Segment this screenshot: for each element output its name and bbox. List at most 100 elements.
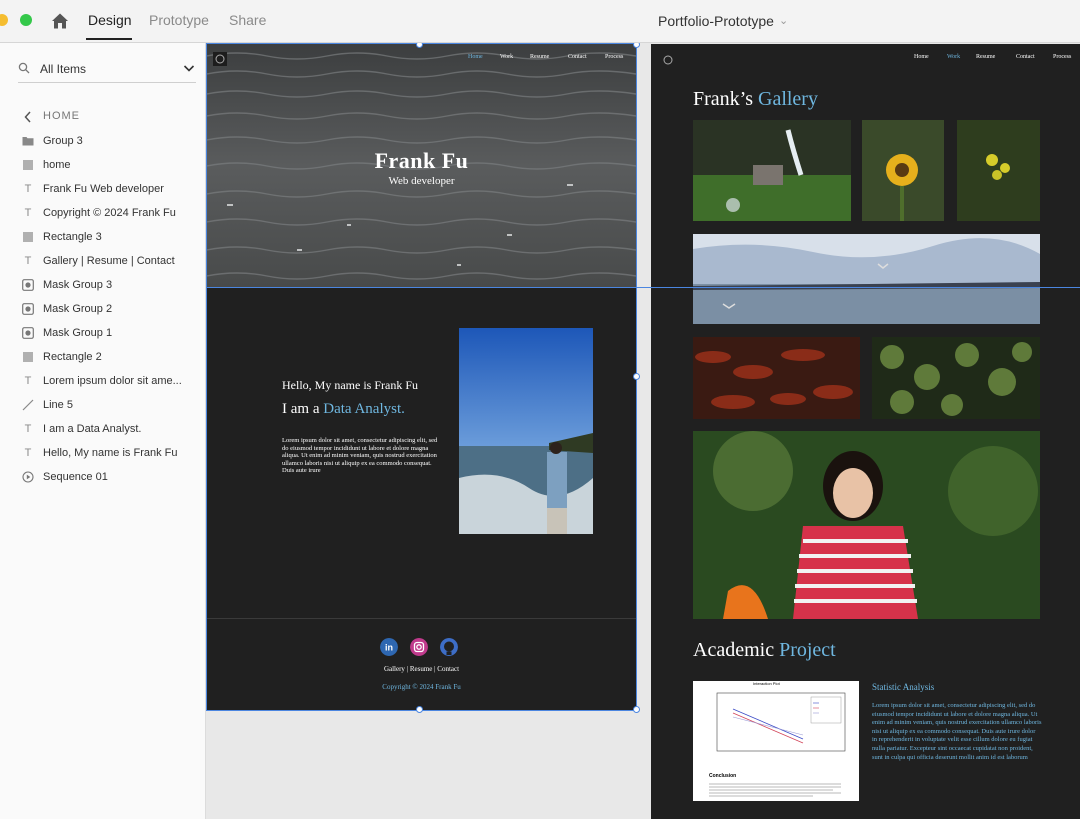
line-icon [22,399,34,411]
tab-prototype[interactable]: Prototype [149,12,209,28]
instagram-icon[interactable] [410,638,428,656]
chevron-down-icon[interactable] [182,61,196,75]
layers-panel: All Items HOME Group 3 home T Frank Fu W… [0,43,206,819]
search-icon [18,62,30,74]
github-icon[interactable] [440,638,458,656]
mask-icon [22,327,34,339]
hero-water-image[interactable]: Home Work Resume Contact Process Frank F… [207,44,636,288]
layer-label: Group 3 [43,135,83,147]
folder-icon [22,137,34,146]
resize-handle[interactable] [416,706,423,713]
top-toolbar: Design Prototype Share Portfolio-Prototy… [0,0,1080,43]
text-icon: T [24,207,32,219]
nav-process-link[interactable]: Process [1053,54,1071,60]
nav-work-link[interactable]: Work [500,54,513,60]
text-icon: T [24,375,32,387]
artboard-gallery[interactable]: Home Work Resume Contact Process Frank’s… [651,44,1080,819]
play-icon [22,471,34,483]
text-icon: T [24,183,32,195]
report-chart-title: Interaction Plot [753,681,780,686]
layer-label: Line 5 [43,399,73,411]
nav-resume-link[interactable]: Resume [976,54,995,60]
rectangle-icon [23,160,33,170]
mask-icon [22,279,34,291]
linkedin-icon[interactable]: in [380,638,398,656]
layer-label: Rectangle 3 [43,231,102,243]
layer-label: Copyright © 2024 Frank Fu [43,207,176,219]
gallery-title-highlight: Gallery [758,88,818,110]
report-thumbnail[interactable]: Interaction Plot Conclusion [693,681,859,801]
logo-icon[interactable] [662,54,674,66]
beach-portrait-image[interactable] [459,328,593,534]
zoom-window-button[interactable] [20,14,32,26]
role-prefix: I am a [282,401,324,417]
statistic-analysis-title: Statistic Analysis [872,682,935,692]
tab-share[interactable]: Share [229,12,266,28]
mask-icon [22,303,34,315]
intro-greeting: Hello, My name is Frank Fu [282,378,418,392]
fountain-photo[interactable] [693,120,851,221]
artboard-home[interactable]: Home Work Resume Contact Process Frank F… [206,43,637,711]
resize-handle[interactable] [633,43,640,48]
layer-label: Frank Fu Web developer [43,183,164,195]
nav-home-link[interactable]: Home [468,54,483,60]
girl-portrait-photo[interactable] [693,431,1040,619]
nav-resume-link[interactable]: Resume [530,54,549,60]
sunflower-photo[interactable] [862,120,944,221]
layer-label: Mask Group 1 [43,327,113,339]
footer-copyright: Copyright © 2024 Frank Fu [382,683,461,691]
role-highlight: Data Analyst. [323,401,405,417]
chevron-down-icon[interactable]: ⌄ [779,14,788,27]
nav-contact-link[interactable]: Contact [1016,54,1035,60]
layer-label: Gallery | Resume | Contact [43,255,175,267]
intro-role: I am a Data Analyst. [282,401,405,418]
statistic-analysis-paragraph: Lorem ipsum dolor sit amet, consectetur … [872,702,1042,761]
report-conclusion-heading: Conclusion [709,773,737,779]
layer-label: I am a Data Analyst. [43,423,142,435]
text-icon: T [24,423,32,435]
chevron-left-icon [24,111,31,123]
layer-label: Mask Group 2 [43,303,113,315]
hero-title: Frank Fu [374,148,469,173]
hero-subtitle: Web developer [388,175,455,187]
snap-guide-line [206,287,1080,288]
resize-handle[interactable] [633,706,640,713]
minimize-window-button[interactable] [0,14,8,26]
report-text-lines [709,783,841,797]
nav-work-link[interactable]: Work [947,54,960,60]
layer-label: Lorem ipsum dolor sit ame... [43,375,182,387]
filter-label: All Items [40,62,87,76]
footer-links[interactable]: Gallery | Resume | Contact [207,665,636,673]
interaction-plot-image [716,692,846,752]
layer-label: home [43,159,71,171]
seagulls-lake-photo[interactable] [693,234,1040,324]
back-label: HOME [43,110,80,122]
layer-label: Hello, My name is Frank Fu [43,447,178,459]
academic-title: Academic Project [693,639,836,662]
svg-text:in: in [385,643,393,653]
footer-divider [207,618,636,619]
rectangle-icon [23,232,33,242]
home-icon[interactable] [50,11,70,31]
text-icon: T [24,255,32,267]
tab-design[interactable]: Design [88,12,132,28]
layer-label: Sequence 01 [43,471,108,483]
red-chilies-photo[interactable] [693,337,860,419]
academic-title-highlight: Project [779,639,836,661]
nav-process-link[interactable]: Process [605,54,623,60]
layer-label: Mask Group 3 [43,279,113,291]
academic-title-prefix: Academic [693,639,780,661]
gallery-title-prefix: Frank’s [693,88,758,110]
logo-icon[interactable] [213,52,227,66]
yellow-flower-photo[interactable] [957,120,1040,221]
layers-filter[interactable]: All Items [18,58,196,83]
active-tab-indicator [86,38,132,40]
lily-pads-photo[interactable] [872,337,1040,419]
nav-contact-link[interactable]: Contact [568,54,587,60]
design-canvas[interactable]: Home Work Resume Contact Process Frank F… [206,43,1080,819]
rectangle-icon [23,352,33,362]
resize-handle[interactable] [633,373,640,380]
document-title[interactable]: Portfolio-Prototype [658,13,774,29]
text-icon: T [24,447,32,459]
nav-home-link[interactable]: Home [914,54,929,60]
